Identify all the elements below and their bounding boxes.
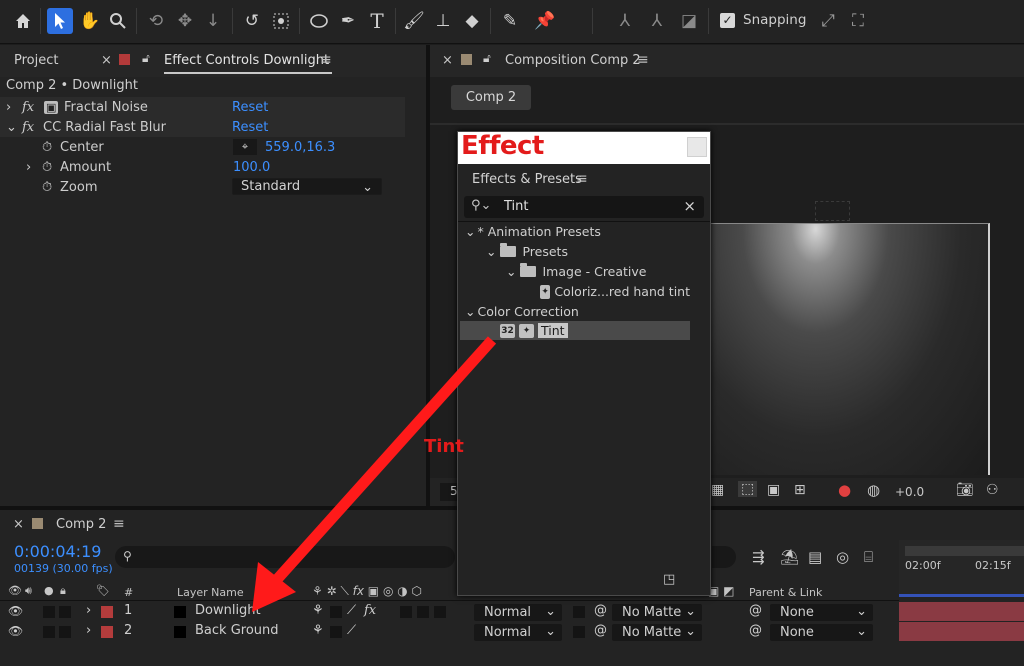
- annotation-arrow: [252, 336, 497, 612]
